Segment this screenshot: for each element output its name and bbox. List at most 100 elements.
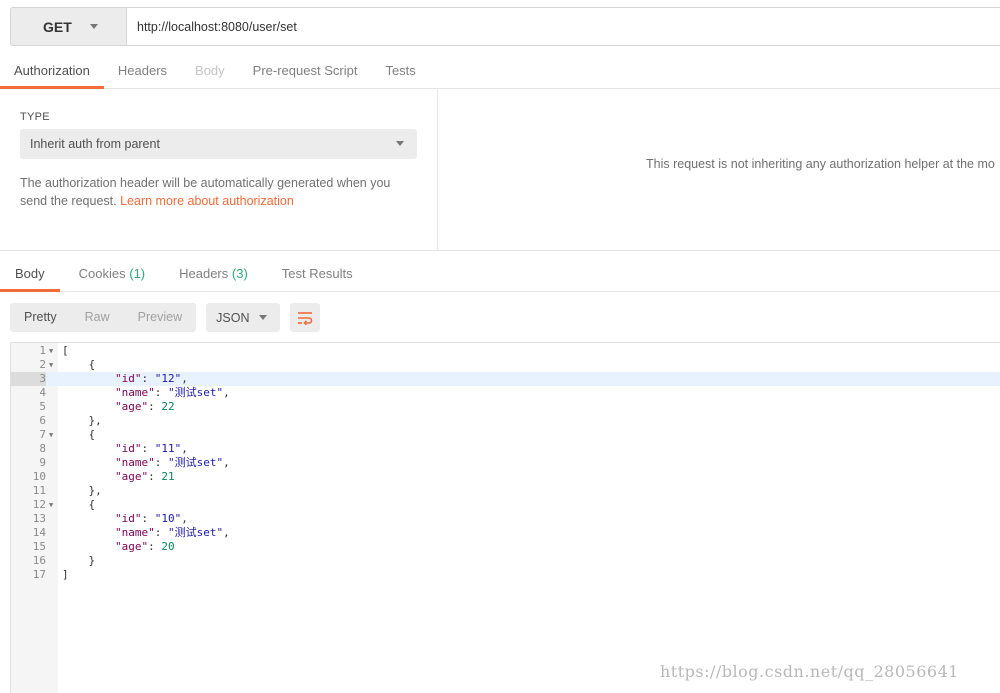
response-tab-headers[interactable]: Headers (3): [164, 258, 263, 291]
code-line: 5 "age": 22: [11, 400, 1000, 414]
code-line: 2 ▼ {: [11, 358, 1000, 372]
code-line: 3 "id": "12",: [11, 372, 1000, 386]
code-text: "name": "测试set",: [114, 526, 230, 539]
request-url-bar: GET http://localhost:8080/user/set: [10, 7, 1000, 46]
code-text: {: [62, 498, 96, 511]
view-preview-button[interactable]: Preview: [124, 303, 196, 332]
line-number: 7: [39, 428, 46, 441]
code-line: 14 "name": "测试set",: [11, 526, 1000, 540]
auth-description: The authorization header will be automat…: [20, 174, 420, 210]
line-number: 10: [32, 470, 46, 483]
method-dropdown[interactable]: GET: [10, 7, 127, 46]
line-number: 11: [32, 484, 46, 497]
code-text: "age": 21: [114, 470, 175, 483]
line-number: 9: [39, 456, 46, 469]
fold-toggle-icon[interactable]: ▼: [49, 344, 53, 358]
response-tab-count: (1): [129, 266, 146, 281]
code-line: 17]: [11, 568, 1000, 582]
tab-body[interactable]: Body: [181, 56, 239, 88]
line-number: 17: [32, 568, 46, 581]
response-tabs: Body Cookies (1) Headers (3) Test Results: [0, 258, 1000, 292]
line-number: 13: [32, 512, 46, 525]
tab-headers[interactable]: Headers: [104, 56, 181, 88]
section-divider: [0, 250, 1000, 251]
code-lines: 1 ▼[2 ▼ {3 "id": "12", 4 "name": "测试set", 5 …: [11, 344, 1000, 582]
code-text: }: [62, 554, 96, 567]
code-text: [: [62, 344, 69, 357]
auth-config-panel: TYPE Inherit auth from parent The author…: [0, 89, 438, 251]
code-line: 13 "id": "10",: [11, 512, 1000, 526]
tab-pre-request-script[interactable]: Pre-request Script: [239, 56, 372, 88]
code-text: "age": 20: [114, 540, 175, 553]
learn-more-auth-link[interactable]: Learn more about authorization: [120, 194, 294, 208]
code-line: 8 "id": "11",: [11, 442, 1000, 456]
code-text: "id": "12",: [114, 372, 188, 385]
fold-toggle-icon[interactable]: ▼: [49, 358, 53, 372]
code-text: "name": "测试set",: [114, 386, 230, 399]
response-tab-label: Body: [15, 266, 45, 281]
response-tab-label: Cookies: [78, 266, 126, 281]
code-line: 16 }: [11, 554, 1000, 568]
response-tab-label: Headers: [179, 266, 229, 281]
chevron-down-icon: [89, 24, 98, 29]
chevron-down-icon: [259, 315, 268, 320]
code-text: "id": "11",: [114, 442, 188, 455]
response-toolbar: Pretty Raw Preview JSON: [10, 303, 321, 332]
code-text: "age": 22: [114, 400, 175, 413]
auth-type-dropdown[interactable]: Inherit auth from parent: [20, 129, 417, 159]
view-pretty-button[interactable]: Pretty: [10, 303, 71, 332]
wrap-lines-button[interactable]: [290, 303, 321, 332]
code-line: 4 "name": "测试set",: [11, 386, 1000, 400]
code-text: "name": "测试set",: [114, 456, 230, 469]
response-tab-body[interactable]: Body: [0, 258, 60, 292]
request-tabs: Authorization Headers Body Pre-request Scri…: [0, 56, 1000, 89]
fold-toggle-icon[interactable]: ▼: [49, 428, 53, 442]
auth-type-value: Inherit auth from parent: [30, 137, 160, 151]
line-number: 5: [39, 400, 46, 413]
response-tab-cookies[interactable]: Cookies (1): [64, 258, 160, 291]
url-text: http://localhost:8080/user/set: [137, 19, 297, 34]
code-line: 11 },: [11, 484, 1000, 498]
response-body-editor[interactable]: 1 ▼[2 ▼ {3 "id": "12", 4 "name": "测试set", 5 …: [10, 342, 1000, 693]
line-number: 16: [32, 554, 46, 567]
format-dropdown[interactable]: JSON: [206, 303, 281, 332]
code-text: },: [62, 484, 102, 497]
tab-authorization[interactable]: Authorization: [0, 56, 104, 89]
method-label: GET: [43, 18, 72, 35]
response-tab-label: Test Results: [281, 266, 353, 281]
response-tab-count: (3): [231, 266, 248, 281]
auth-type-label: TYPE: [20, 111, 50, 123]
watermark: https://blog.csdn.net/qq_28056641: [660, 662, 959, 681]
format-label: JSON: [216, 310, 250, 325]
code-line: 9 "name": "测试set",: [11, 456, 1000, 470]
view-raw-button[interactable]: Raw: [71, 303, 124, 332]
code-text: "id": "10",: [114, 512, 188, 525]
code-line: 7 ▼ {: [11, 428, 1000, 442]
wrap-lines-icon: [298, 311, 313, 325]
line-number: 3: [11, 372, 46, 386]
code-text: {: [62, 428, 96, 441]
line-number: 2: [39, 358, 46, 371]
code-text: {: [62, 358, 96, 371]
fold-toggle-icon[interactable]: ▼: [49, 498, 53, 512]
auth-info-panel: This request is not inheriting any autho…: [438, 89, 1000, 251]
line-number: 8: [39, 442, 46, 455]
chevron-down-icon: [396, 141, 404, 146]
code-text: ]: [62, 568, 69, 581]
line-number: 14: [32, 526, 46, 539]
line-number: 6: [39, 414, 46, 427]
line-number: 4: [39, 386, 46, 399]
line-number: 12: [32, 498, 46, 511]
view-mode-group: Pretty Raw Preview: [10, 303, 197, 332]
tab-tests[interactable]: Tests: [371, 56, 429, 88]
code-line: 15 "age": 20: [11, 540, 1000, 554]
code-line: 1 ▼ [: [11, 344, 1000, 358]
response-tab-test-results[interactable]: Test Results: [267, 258, 368, 291]
line-number: 1: [39, 344, 46, 357]
code-line: 12 ▼ {: [11, 498, 1000, 512]
code-text: },: [62, 414, 102, 427]
code-line: 10 "age": 21: [11, 470, 1000, 484]
code-line: 6 },: [11, 414, 1000, 428]
line-number: 15: [32, 540, 46, 553]
url-input[interactable]: http://localhost:8080/user/set: [127, 7, 1000, 46]
